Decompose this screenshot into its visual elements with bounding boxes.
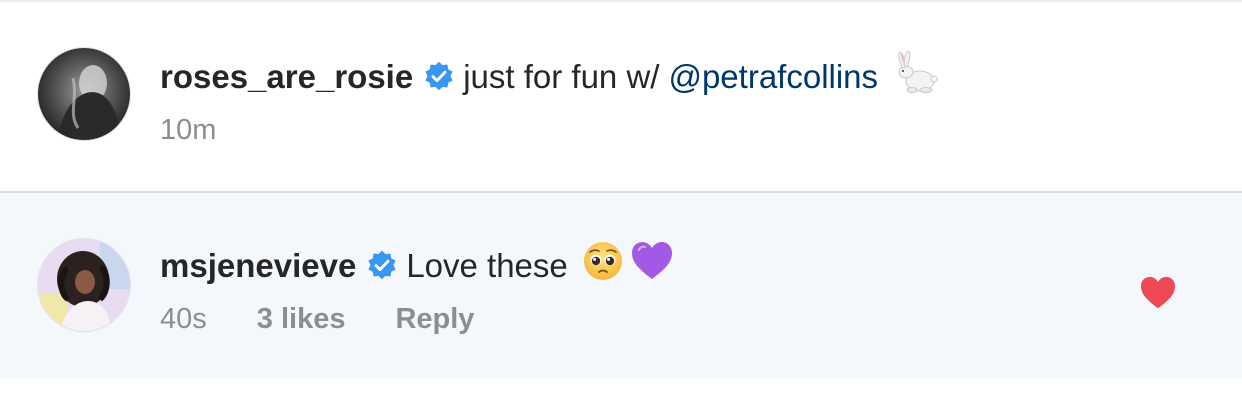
heart-icon[interactable] [1139,276,1177,310]
verified-badge-icon [423,61,455,93]
bottom-spacer [0,379,1242,409]
comment-text: Love these [406,246,568,284]
comment-row: msjenevieve Love these 40s 3 likes Reply [0,193,1242,379]
avatar[interactable] [37,47,131,141]
avatar[interactable] [37,238,131,332]
comment-line: msjenevieve Love these [160,240,674,291]
caption-username[interactable]: roses_are_rosie [160,57,413,97]
caption-line: roses_are_rosie just for fun w/ @petrafc… [160,50,940,103]
mention-link[interactable]: @petrafcollins [668,57,878,97]
verified-badge-icon [366,250,398,282]
reply-button[interactable]: Reply [395,303,474,336]
pleading-face-emoji [582,240,624,291]
comment-timestamp: 40s [160,303,207,335]
rabbit-emoji [892,50,940,103]
comment-username[interactable]: msjenevieve [160,246,356,286]
caption-meta: 10m [160,114,216,147]
caption-timestamp: 10m [160,114,217,146]
comment-meta: 40s 3 likes Reply [160,303,474,336]
post-caption: roses_are_rosie just for fun w/ @petrafc… [0,2,1242,191]
comments-screen: roses_are_rosie just for fun w/ @petrafc… [0,0,1242,409]
purple-heart-emoji [630,241,674,290]
likes-count[interactable]: 3 likes [257,303,346,336]
caption-text: just for fun w/ [463,57,660,95]
